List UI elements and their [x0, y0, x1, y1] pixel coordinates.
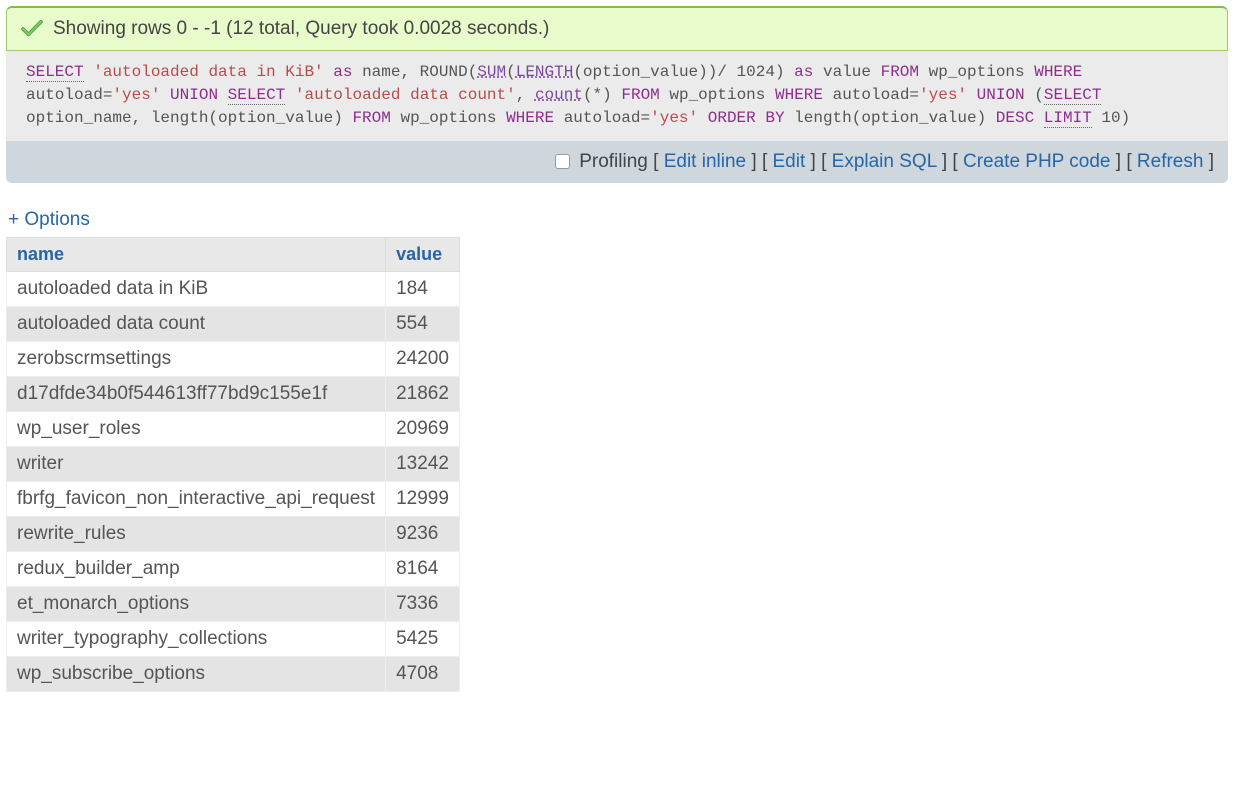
- profiling-label: Profiling: [579, 151, 648, 172]
- cell-value: 554: [386, 306, 460, 341]
- cell-value: 9236: [386, 516, 460, 551]
- results-table: name value autoloaded data in KiB184auto…: [6, 237, 460, 692]
- cell-value: 4708: [386, 656, 460, 691]
- explain-sql-link[interactable]: Explain SQL: [832, 151, 937, 172]
- options-toggle[interactable]: + Options: [8, 209, 90, 231]
- cell-name: d17dfde34b0f544613ff77bd9c155e1f: [7, 376, 386, 411]
- table-row[interactable]: zerobscrmsettings24200: [7, 341, 460, 376]
- table-row[interactable]: writer13242: [7, 446, 460, 481]
- table-row[interactable]: wp_user_roles20969: [7, 411, 460, 446]
- cell-value: 7336: [386, 586, 460, 621]
- create-php-link[interactable]: Create PHP code: [963, 151, 1111, 172]
- cell-value: 8164: [386, 551, 460, 586]
- table-row[interactable]: rewrite_rules9236: [7, 516, 460, 551]
- profiling-checkbox[interactable]: [555, 154, 570, 169]
- cell-name: redux_builder_amp: [7, 551, 386, 586]
- table-row[interactable]: autoloaded data in KiB184: [7, 271, 460, 306]
- column-header-name[interactable]: name: [7, 237, 386, 271]
- check-icon: [21, 20, 43, 38]
- cell-value: 184: [386, 271, 460, 306]
- cell-value: 24200: [386, 341, 460, 376]
- refresh-link[interactable]: Refresh: [1137, 151, 1204, 172]
- cell-value: 20969: [386, 411, 460, 446]
- cell-name: writer_typography_collections: [7, 621, 386, 656]
- table-row[interactable]: redux_builder_amp8164: [7, 551, 460, 586]
- cell-name: wp_user_roles: [7, 411, 386, 446]
- cell-value: 21862: [386, 376, 460, 411]
- cell-name: wp_subscribe_options: [7, 656, 386, 691]
- sql-query-display: SELECT 'autoloaded data in KiB' as name,…: [6, 51, 1228, 141]
- edit-inline-link[interactable]: Edit inline: [664, 151, 746, 172]
- column-header-value[interactable]: value: [386, 237, 460, 271]
- cell-name: fbrfg_favicon_non_interactive_api_reques…: [7, 481, 386, 516]
- success-banner: Showing rows 0 - -1 (12 total, Query too…: [6, 6, 1228, 51]
- table-row[interactable]: d17dfde34b0f544613ff77bd9c155e1f21862: [7, 376, 460, 411]
- success-message: Showing rows 0 - -1 (12 total, Query too…: [53, 18, 549, 40]
- cell-name: et_monarch_options: [7, 586, 386, 621]
- cell-name: autoloaded data in KiB: [7, 271, 386, 306]
- cell-value: 5425: [386, 621, 460, 656]
- table-row[interactable]: et_monarch_options7336: [7, 586, 460, 621]
- edit-link[interactable]: Edit: [773, 151, 806, 172]
- table-row[interactable]: wp_subscribe_options4708: [7, 656, 460, 691]
- cell-name: autoloaded data count: [7, 306, 386, 341]
- query-actions-bar: Profiling [ Edit inline ] [ Edit ] [ Exp…: [6, 141, 1228, 183]
- cell-value: 12999: [386, 481, 460, 516]
- cell-name: writer: [7, 446, 386, 481]
- table-row[interactable]: fbrfg_favicon_non_interactive_api_reques…: [7, 481, 460, 516]
- cell-name: rewrite_rules: [7, 516, 386, 551]
- table-row[interactable]: writer_typography_collections5425: [7, 621, 460, 656]
- table-row[interactable]: autoloaded data count554: [7, 306, 460, 341]
- cell-name: zerobscrmsettings: [7, 341, 386, 376]
- cell-value: 13242: [386, 446, 460, 481]
